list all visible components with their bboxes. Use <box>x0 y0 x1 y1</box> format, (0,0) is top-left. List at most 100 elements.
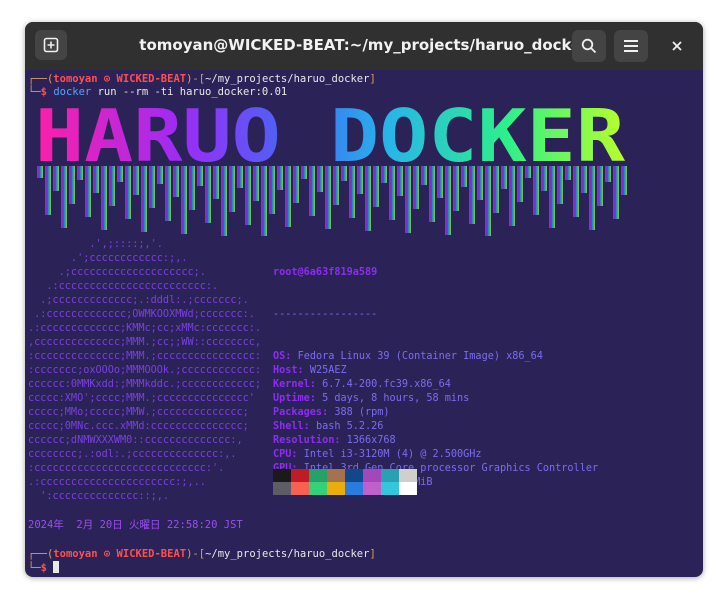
banner-drip <box>341 166 347 181</box>
palette-swatch <box>363 469 381 482</box>
ascii-logo-line: cccccc;dNMWXXXWM0::cccccccccccccc:, <box>28 435 243 446</box>
palette-swatch <box>309 482 327 495</box>
ascii-logo-line: .:cccccccccccccccccccccccc:. <box>28 281 219 292</box>
info-value: 6.7.4-200.fc39.x86_64 <box>322 379 451 390</box>
ascii-logo-line: .:ccccccccccccc;KMMc;cc;xMMc:ccccccc:. <box>28 323 262 334</box>
banner-drip <box>589 166 595 230</box>
banner-drip <box>173 166 179 197</box>
banner-drip <box>277 166 283 190</box>
ascii-logo-line: .;cccccccccccccccccccc;. <box>28 267 206 278</box>
ascii-logo-line: .;ccccccccccccc;.:dddl:.;ccccccc;. <box>28 295 249 306</box>
info-row: Uptime: 5 days, 8 hours, 58 mins <box>273 393 470 404</box>
banner-drip <box>501 166 507 189</box>
info-row: Packages: 388 (rpm) <box>273 407 390 418</box>
banner-drip <box>509 166 515 226</box>
banner-drip <box>581 166 587 193</box>
haruo-docker-banner: HARUO DOCKER <box>35 96 627 236</box>
banner-drip <box>253 166 259 201</box>
banner-drip <box>357 166 363 194</box>
banner-drip <box>493 166 499 213</box>
banner-drip <box>613 166 619 219</box>
info-key: CPU <box>273 449 292 460</box>
banner-drip <box>93 166 99 193</box>
banner-drip <box>349 166 355 218</box>
input-line[interactable]: └─$ <box>28 561 60 575</box>
banner-drip <box>245 166 251 225</box>
info-row: Kernel: 6.7.4-200.fc39.x86_64 <box>273 379 451 390</box>
prompt-host: WICKED-BEAT <box>116 73 187 85</box>
banner-drip <box>69 166 75 204</box>
palette-swatch <box>399 469 417 482</box>
palette-swatch <box>381 469 399 482</box>
banner-drip <box>77 166 83 180</box>
banner-drip <box>397 166 403 196</box>
ascii-logo-line: ,cccccccccccccc;MMM.;cc;;WW::cccccccc, <box>28 337 262 348</box>
banner-drip <box>149 166 155 208</box>
banner-drip <box>573 166 579 217</box>
ascii-logo-line: ccccc;0MNc.ccc.xMMd:ccccccccccccccc; <box>28 421 249 432</box>
terminal-output[interactable]: ┌──(tomoyan ⊙ WICKED-BEAT)-[~/my_project… <box>25 70 703 577</box>
menu-button[interactable] <box>614 30 648 62</box>
ascii-logo-line: .',;::::;,'. <box>28 239 163 250</box>
banner-drip <box>597 166 603 206</box>
ascii-logo-line: :cccccccccccccc;MMM.;cccccccccccccccc: <box>28 351 262 362</box>
banner-drip <box>237 166 243 188</box>
info-key: Packages <box>273 407 323 418</box>
palette-swatch <box>381 482 399 495</box>
prompt-path: ~/my_projects/haruo_docker <box>205 73 370 85</box>
info-divider: ----------------- <box>273 309 378 320</box>
banner-drip <box>213 166 219 199</box>
info-row: CPU: Intel i3-3120M (4) @ 2.500GHz <box>273 449 482 460</box>
search-icon <box>581 38 597 54</box>
banner-drip <box>413 166 419 209</box>
banner-drip <box>261 166 267 236</box>
info-key: Uptime <box>273 393 310 404</box>
ascii-logo-line: :cccccccccccccccccccccccccccc:'. <box>28 463 225 474</box>
banner-drip <box>37 166 43 178</box>
banner-drip <box>61 166 67 228</box>
info-userhost: root@6a63f819a589 <box>273 267 378 278</box>
banner-drip <box>533 166 539 215</box>
banner-drip <box>197 166 203 186</box>
banner-drip <box>517 166 523 202</box>
info-key: Resolution <box>273 435 335 446</box>
palette-swatch <box>345 482 363 495</box>
info-key: OS <box>273 351 286 362</box>
banner-drip <box>269 166 275 214</box>
banner-drip <box>205 166 211 223</box>
search-button[interactable] <box>572 30 606 62</box>
palette-swatch <box>327 469 345 482</box>
palette-swatch <box>327 482 345 495</box>
prompt-user: tomoyan <box>53 548 98 560</box>
banner-drip <box>165 166 171 221</box>
info-key: Host <box>273 365 298 376</box>
banner-drip <box>541 166 547 191</box>
banner-drip <box>389 166 395 220</box>
palette-swatch <box>399 482 417 495</box>
info-value: 388 (rpm) <box>334 407 390 418</box>
hamburger-menu-icon <box>624 40 638 52</box>
palette-swatch <box>273 469 291 482</box>
banner-drip <box>189 166 195 210</box>
banner-drip <box>133 166 139 195</box>
banner-drip <box>293 166 299 203</box>
palette-swatch <box>363 482 381 495</box>
banner-drip <box>157 166 163 184</box>
date-output: 2024年 2月 20日 火曜日 22:58:20 JST <box>28 519 243 531</box>
info-value: bash 5.2.26 <box>315 421 384 432</box>
ascii-logo-line: .:cccccccccccccccccccccc:;,.. <box>28 477 206 488</box>
ascii-logo-line: ccccc:XMO';cccc;MMM.;ccccccccccccccc' <box>28 393 255 404</box>
banner-drip <box>285 166 291 227</box>
close-button[interactable] <box>667 36 687 56</box>
banner-drip <box>461 166 467 187</box>
banner-drip <box>181 166 187 234</box>
banner-drip <box>557 166 563 204</box>
banner-drip <box>485 166 491 236</box>
banner-drip <box>549 166 555 228</box>
ascii-logo-line: .';cccccccccccc:;,. <box>28 253 188 264</box>
banner-drip <box>45 166 51 215</box>
banner-drip <box>469 166 475 224</box>
banner-drip <box>325 166 331 229</box>
ascii-logo-line: ccccc;MMo;ccccc;MMW.;cccccccccccccc; <box>28 407 249 418</box>
banner-drip <box>621 166 627 195</box>
